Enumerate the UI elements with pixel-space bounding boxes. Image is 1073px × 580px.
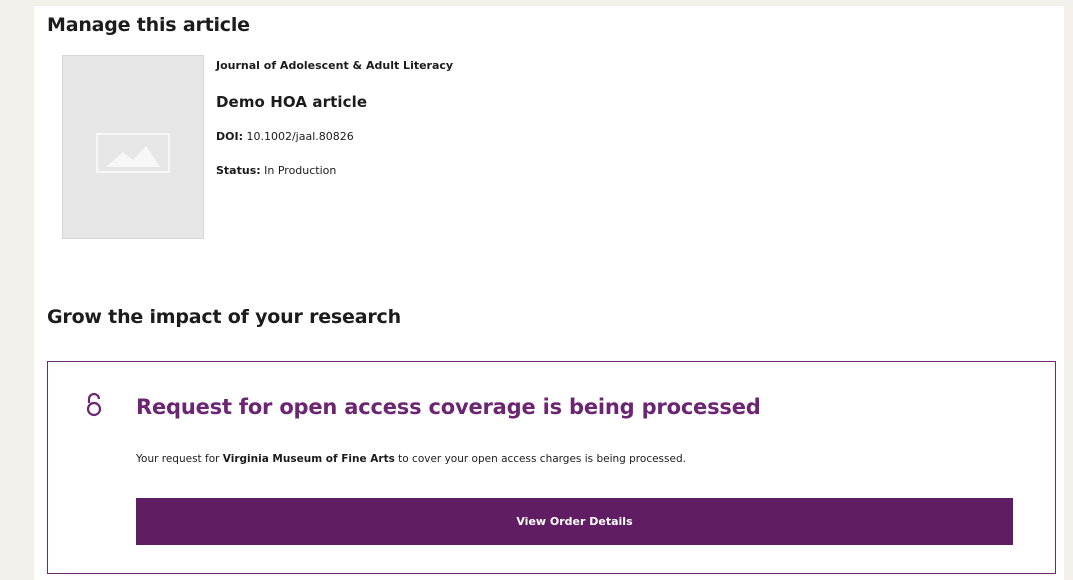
article-thumbnail xyxy=(62,55,204,239)
open-access-card: Request for open access coverage is bein… xyxy=(47,361,1056,574)
view-order-details-button[interactable]: View Order Details xyxy=(136,498,1013,545)
image-placeholder-icon xyxy=(96,133,170,173)
grow-impact-heading: Grow the impact of your research xyxy=(47,306,401,328)
article-status: Status: In Production xyxy=(216,164,336,177)
article-doi: DOI: 10.1002/jaal.80826 xyxy=(216,130,354,143)
article-title: Demo HOA article xyxy=(216,93,368,111)
open-access-status-title: Request for open access coverage is bein… xyxy=(136,395,761,419)
page-content: Manage this article Journal of Adolescen… xyxy=(34,6,1064,580)
open-access-status-message: Your request for Virginia Museum of Fine… xyxy=(136,453,686,465)
doi-value: 10.1002/jaal.80826 xyxy=(246,130,354,143)
status-value: In Production xyxy=(264,164,337,177)
status-label: Status: xyxy=(216,164,261,177)
manage-article-heading: Manage this article xyxy=(47,14,250,36)
open-lock-icon xyxy=(86,393,102,417)
message-suffix: to cover your open access charges is bei… xyxy=(394,453,686,465)
doi-label: DOI: xyxy=(216,130,243,143)
journal-name: Journal of Adolescent & Adult Literacy xyxy=(216,59,454,72)
message-prefix: Your request for xyxy=(136,453,223,465)
institution-name: Virginia Museum of Fine Arts xyxy=(222,453,395,465)
